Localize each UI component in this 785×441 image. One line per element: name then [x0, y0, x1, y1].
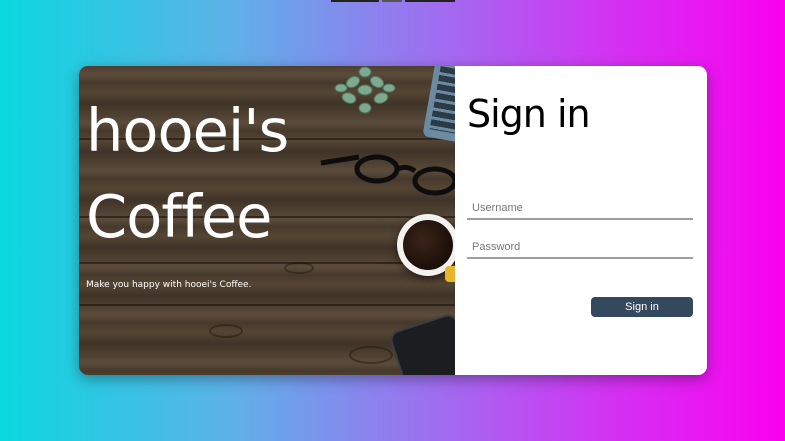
brand-title-line1: hooei's: [86, 96, 289, 165]
signin-panel: Sign in Sign in: [455, 66, 707, 375]
brand-tagline: Make you happy with hooei's Coffee.: [86, 280, 252, 290]
password-field[interactable]: [467, 237, 693, 259]
login-card: hooei's Coffee Make you happy with hooei…: [79, 66, 707, 375]
tab-indicator: [331, 0, 379, 2]
signin-button[interactable]: Sign in: [591, 297, 693, 317]
brand-title-line2: Coffee: [86, 182, 272, 251]
brand-title: hooei's Coffee: [86, 88, 416, 260]
browser-tab-strip: [331, 0, 455, 2]
wood-knot: [284, 262, 314, 274]
laptop-decoration: [422, 66, 455, 143]
wood-knot: [349, 346, 393, 364]
signin-title: Sign in: [467, 92, 591, 136]
phone-decoration: [387, 311, 455, 375]
hero-image-panel: hooei's Coffee Make you happy with hooei…: [79, 66, 455, 375]
username-field[interactable]: [467, 198, 693, 220]
tab-indicator: [382, 0, 402, 2]
cup-handle-decoration: [445, 266, 455, 282]
wood-knot: [209, 324, 243, 338]
tab-indicator: [405, 0, 455, 2]
wood-plank-seam: [79, 262, 455, 264]
wood-plank-seam: [79, 304, 455, 306]
